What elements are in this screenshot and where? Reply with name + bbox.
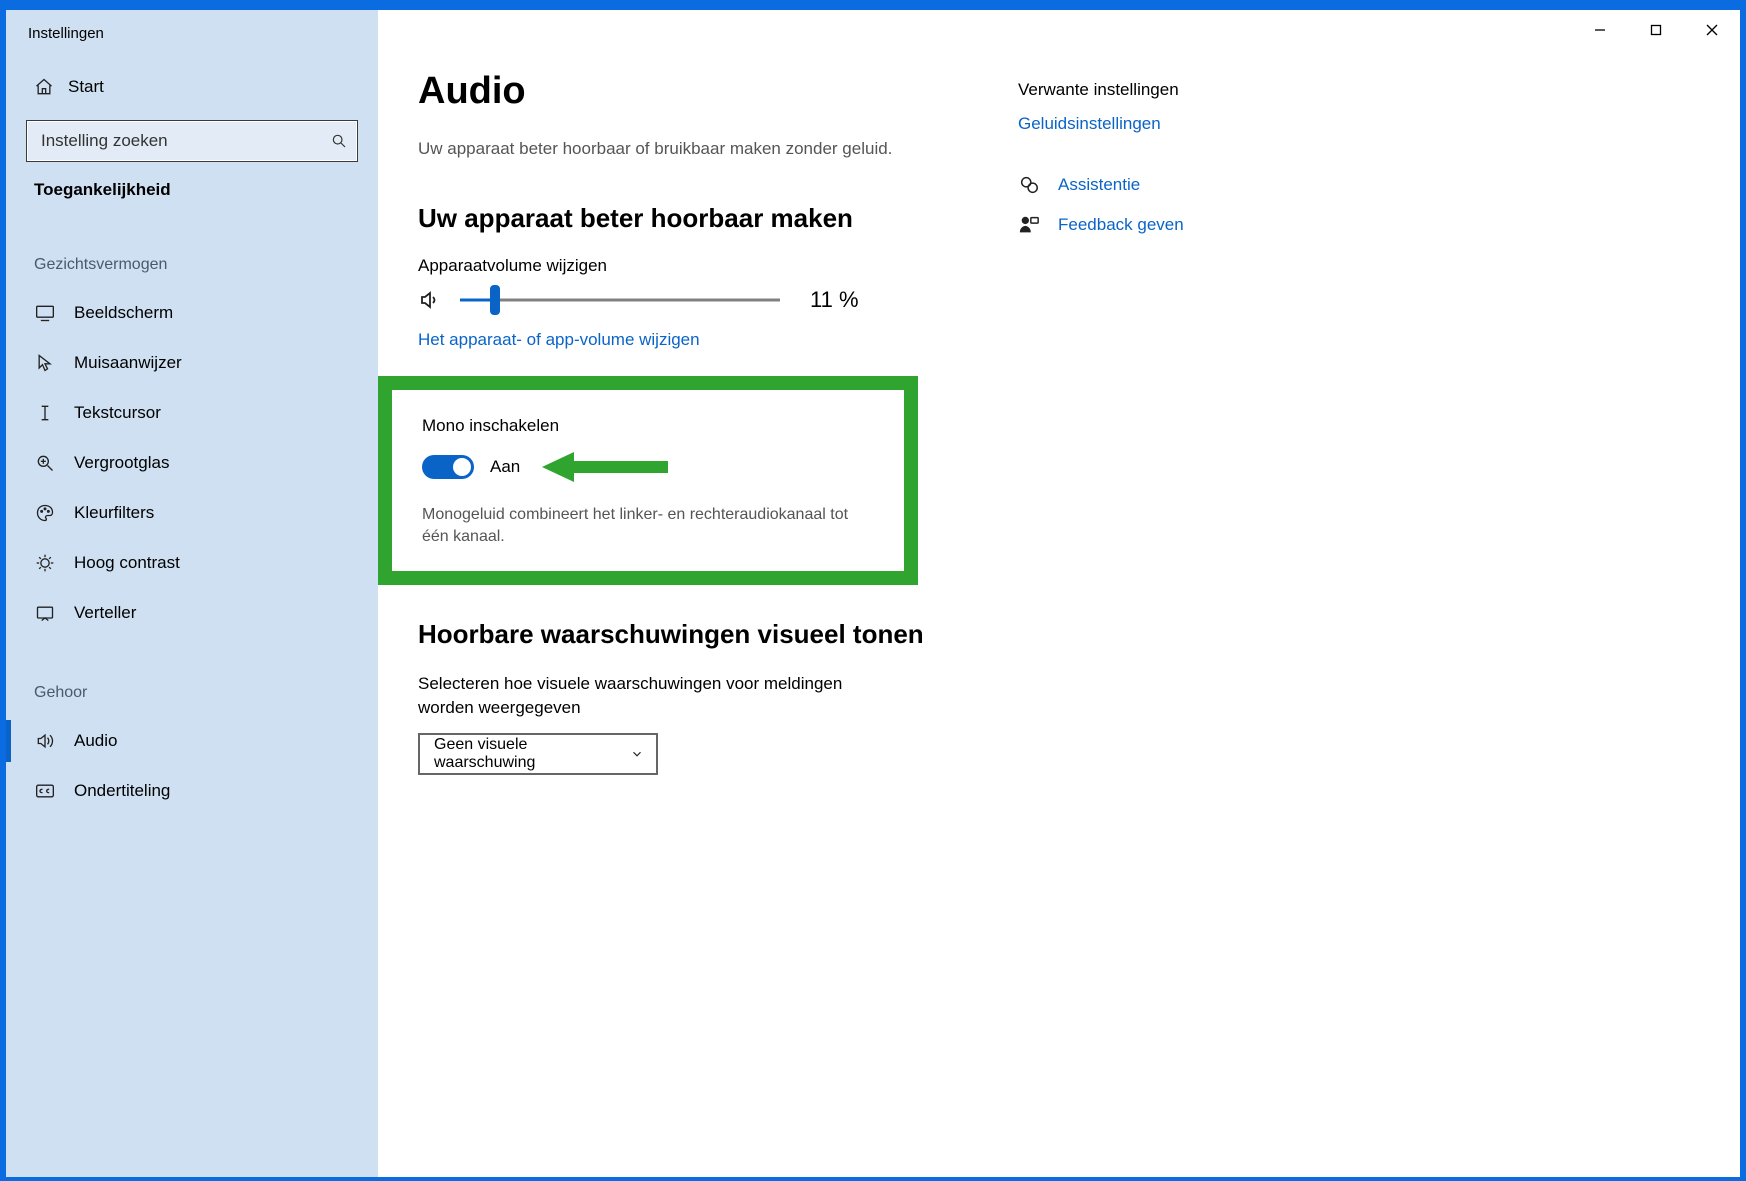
palette-icon [34, 502, 56, 524]
speaker-icon [34, 730, 56, 752]
window-controls [1572, 10, 1740, 50]
visual-warning-dropdown[interactable]: Geen visuele waarschuwing [418, 733, 658, 775]
sidebar-item-display[interactable]: Beeldscherm [26, 288, 358, 338]
volume-slider[interactable] [460, 286, 780, 314]
feedback-icon [1018, 214, 1042, 236]
mono-toggle-state: Aan [490, 457, 520, 477]
magnifier-icon [34, 452, 56, 474]
sidebar-item-narrator[interactable]: Verteller [26, 588, 358, 638]
help-icon [1018, 174, 1042, 196]
sidebar-item-label: Hoog contrast [74, 553, 180, 573]
home-icon [34, 77, 54, 97]
close-button[interactable] [1684, 10, 1740, 50]
link-sound-settings[interactable]: Geluidsinstellingen [1018, 114, 1318, 134]
mono-description: Monogeluid combineert het linker- en rec… [422, 504, 862, 549]
sidebar-item-audio[interactable]: Audio [26, 716, 358, 766]
related-settings-header: Verwante instellingen [1018, 80, 1318, 100]
volume-row: 11 % [418, 286, 978, 314]
titlebar: Instellingen [6, 10, 1740, 50]
sidebar-item-label: Tekstcursor [74, 403, 161, 423]
home-button[interactable]: Start [26, 64, 358, 110]
page-subtitle: Uw apparaat beter hoorbaar of bruikbaar … [418, 139, 978, 159]
sidebar-item-label: Audio [74, 731, 117, 751]
captions-icon [34, 780, 56, 802]
section-hear-header: Uw apparaat beter hoorbaar maken [418, 203, 978, 234]
right-column: Verwante instellingen Geluidsinstellinge… [1018, 70, 1318, 1157]
mono-highlight-box: Mono inschakelen Aan Monogeluid combinee… [378, 376, 918, 585]
volume-icon [418, 288, 444, 312]
contrast-icon [34, 552, 56, 574]
feedback-label: Feedback geven [1058, 215, 1184, 235]
sidebar-item-text-cursor[interactable]: Tekstcursor [26, 388, 358, 438]
sidebar-group-vision: Gezichtsvermogen [26, 256, 358, 274]
sidebar-section-title: Toegankelijkheid [26, 180, 358, 200]
annotation-arrow-icon [540, 450, 670, 484]
mono-toggle-row: Aan [422, 450, 874, 484]
sidebar-item-label: Kleurfilters [74, 503, 154, 523]
main-content: Audio Uw apparaat beter hoorbaar of brui… [378, 10, 1740, 1177]
sidebar-item-label: Vergrootglas [74, 453, 169, 473]
page-title: Audio [418, 70, 978, 113]
sidebar-item-label: Ondertiteling [74, 781, 170, 801]
search-input[interactable] [41, 131, 331, 151]
narrator-icon [34, 602, 56, 624]
sidebar-item-label: Verteller [74, 603, 136, 623]
sidebar-item-magnifier[interactable]: Vergrootglas [26, 438, 358, 488]
text-cursor-icon [34, 402, 56, 424]
maximize-button[interactable] [1628, 10, 1684, 50]
sidebar-item-high-contrast[interactable]: Hoog contrast [26, 538, 358, 588]
settings-window: Instellingen Start [6, 10, 1740, 1177]
sidebar-group-hearing: Gehoor [26, 684, 358, 702]
sidebar-item-captions[interactable]: Ondertiteling [26, 766, 358, 816]
home-label: Start [68, 77, 104, 97]
sidebar-item-color-filters[interactable]: Kleurfilters [26, 488, 358, 538]
link-feedback[interactable]: Feedback geven [1018, 214, 1318, 236]
dropdown-value: Geen visuele waarschuwing [434, 736, 630, 772]
assistance-label: Assistentie [1058, 175, 1140, 195]
volume-label: Apparaatvolume wijzigen [418, 256, 978, 276]
minimize-button[interactable] [1572, 10, 1628, 50]
link-assistance[interactable]: Assistentie [1018, 174, 1318, 196]
visual-description: Selecteren hoe visuele waarschuwingen vo… [418, 672, 878, 720]
sidebar-item-label: Beeldscherm [74, 303, 173, 323]
volume-value: 11 % [810, 287, 859, 313]
link-app-volume[interactable]: Het apparaat- of app-volume wijzigen [418, 330, 700, 350]
section-visual-header: Hoorbare waarschuwingen visueel tonen [418, 619, 978, 650]
sidebar-item-mouse-pointer[interactable]: Muisaanwijzer [26, 338, 358, 388]
sidebar-item-label: Muisaanwijzer [74, 353, 182, 373]
window-title: Instellingen [6, 19, 104, 42]
search-box[interactable] [26, 120, 358, 162]
sidebar: Start Toegankelijkheid Gezichtsvermogen … [6, 10, 378, 1177]
mono-label: Mono inschakelen [422, 416, 874, 436]
monitor-icon [34, 302, 56, 324]
search-icon [331, 133, 347, 149]
cursor-icon [34, 352, 56, 374]
mono-toggle[interactable] [422, 455, 474, 479]
chevron-down-icon [630, 747, 644, 761]
